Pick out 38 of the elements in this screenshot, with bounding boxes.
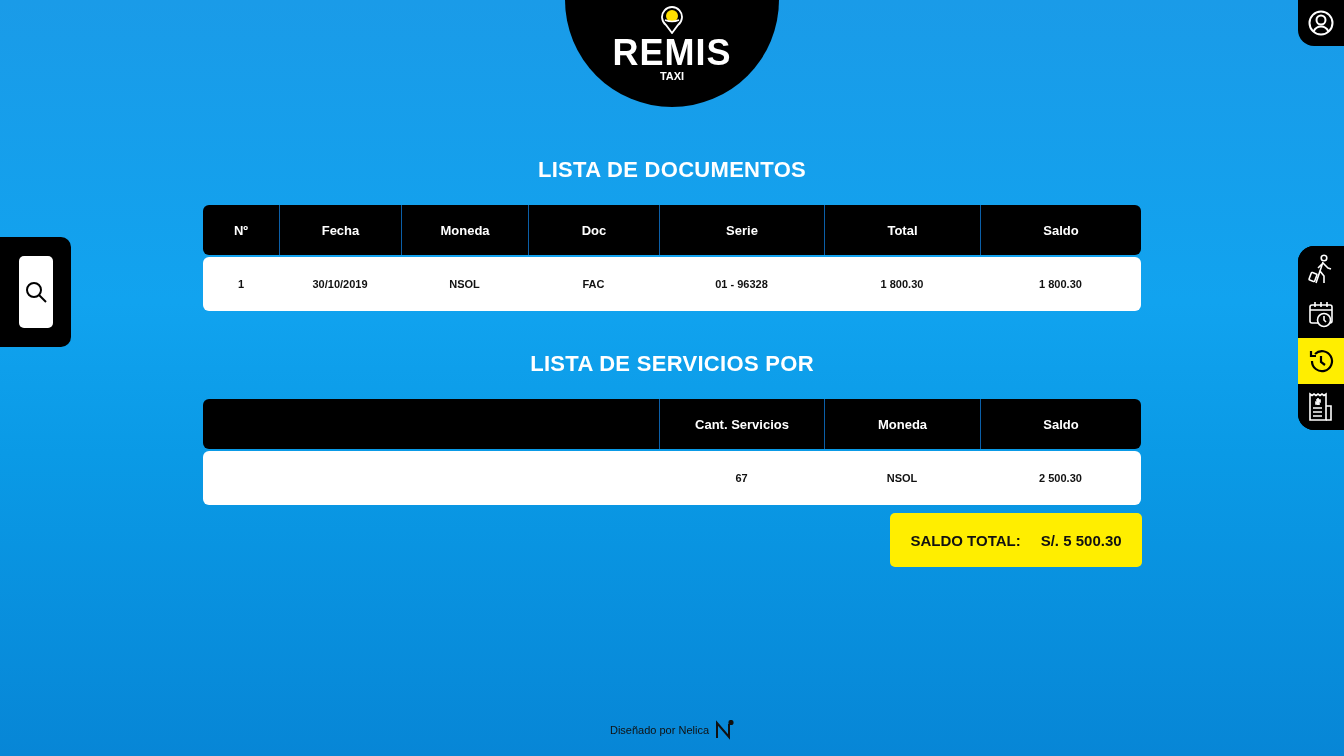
column-header: Total	[824, 205, 980, 255]
table-cell-text: NSOL	[448, 278, 481, 290]
n-logo-icon	[714, 720, 735, 740]
column-header: Doc	[528, 205, 659, 255]
calendar-clock-icon	[1308, 301, 1334, 329]
user-icon	[1308, 10, 1334, 36]
logo-title: REMIS	[612, 36, 732, 70]
total-value: S/. 5 500.30	[1040, 531, 1122, 549]
table-cell-text: 67	[734, 472, 749, 484]
table-cell-text: NSOL	[885, 472, 919, 484]
walking-person-icon	[1308, 254, 1334, 284]
column-header: Fecha	[279, 205, 401, 255]
column-header: Serie	[659, 205, 824, 255]
logo-subtitle: TAXI	[659, 70, 685, 83]
history-icon	[1308, 348, 1334, 374]
search-button[interactable]	[18, 256, 53, 328]
sun-pin-icon	[660, 6, 684, 34]
section-title: LISTA DE DOCUMENTOS	[536, 157, 808, 183]
user-button[interactable]	[1298, 0, 1344, 46]
table-cell-text: 1	[236, 278, 246, 290]
column-header: Saldo	[980, 205, 1141, 255]
menu-button[interactable]	[1298, 338, 1344, 384]
table-cell-text: 1 800.30	[879, 278, 925, 290]
total-label: SALDO TOTAL:	[910, 531, 1021, 549]
section-title: LISTA DE SERVICIOS POR	[529, 351, 815, 377]
table-cell-text: 01 - 96328	[714, 278, 769, 290]
table-cell-text: FAC	[581, 278, 606, 290]
table-cell-text: 2 500.30	[1038, 472, 1083, 484]
column-header: Nº	[203, 205, 279, 255]
footer-credit: Diseñado por Nelica	[609, 724, 710, 736]
column-header: Cant. Servicios	[659, 399, 824, 449]
column-header: Moneda	[824, 399, 980, 449]
receipt-icon	[1308, 392, 1334, 422]
column-header: Saldo	[980, 399, 1141, 449]
table-cell-text: 30/10/2019	[311, 278, 369, 290]
column-header: Moneda	[401, 205, 528, 255]
table-cell-text: 1 800.30	[1038, 278, 1083, 290]
search-icon	[24, 281, 47, 303]
